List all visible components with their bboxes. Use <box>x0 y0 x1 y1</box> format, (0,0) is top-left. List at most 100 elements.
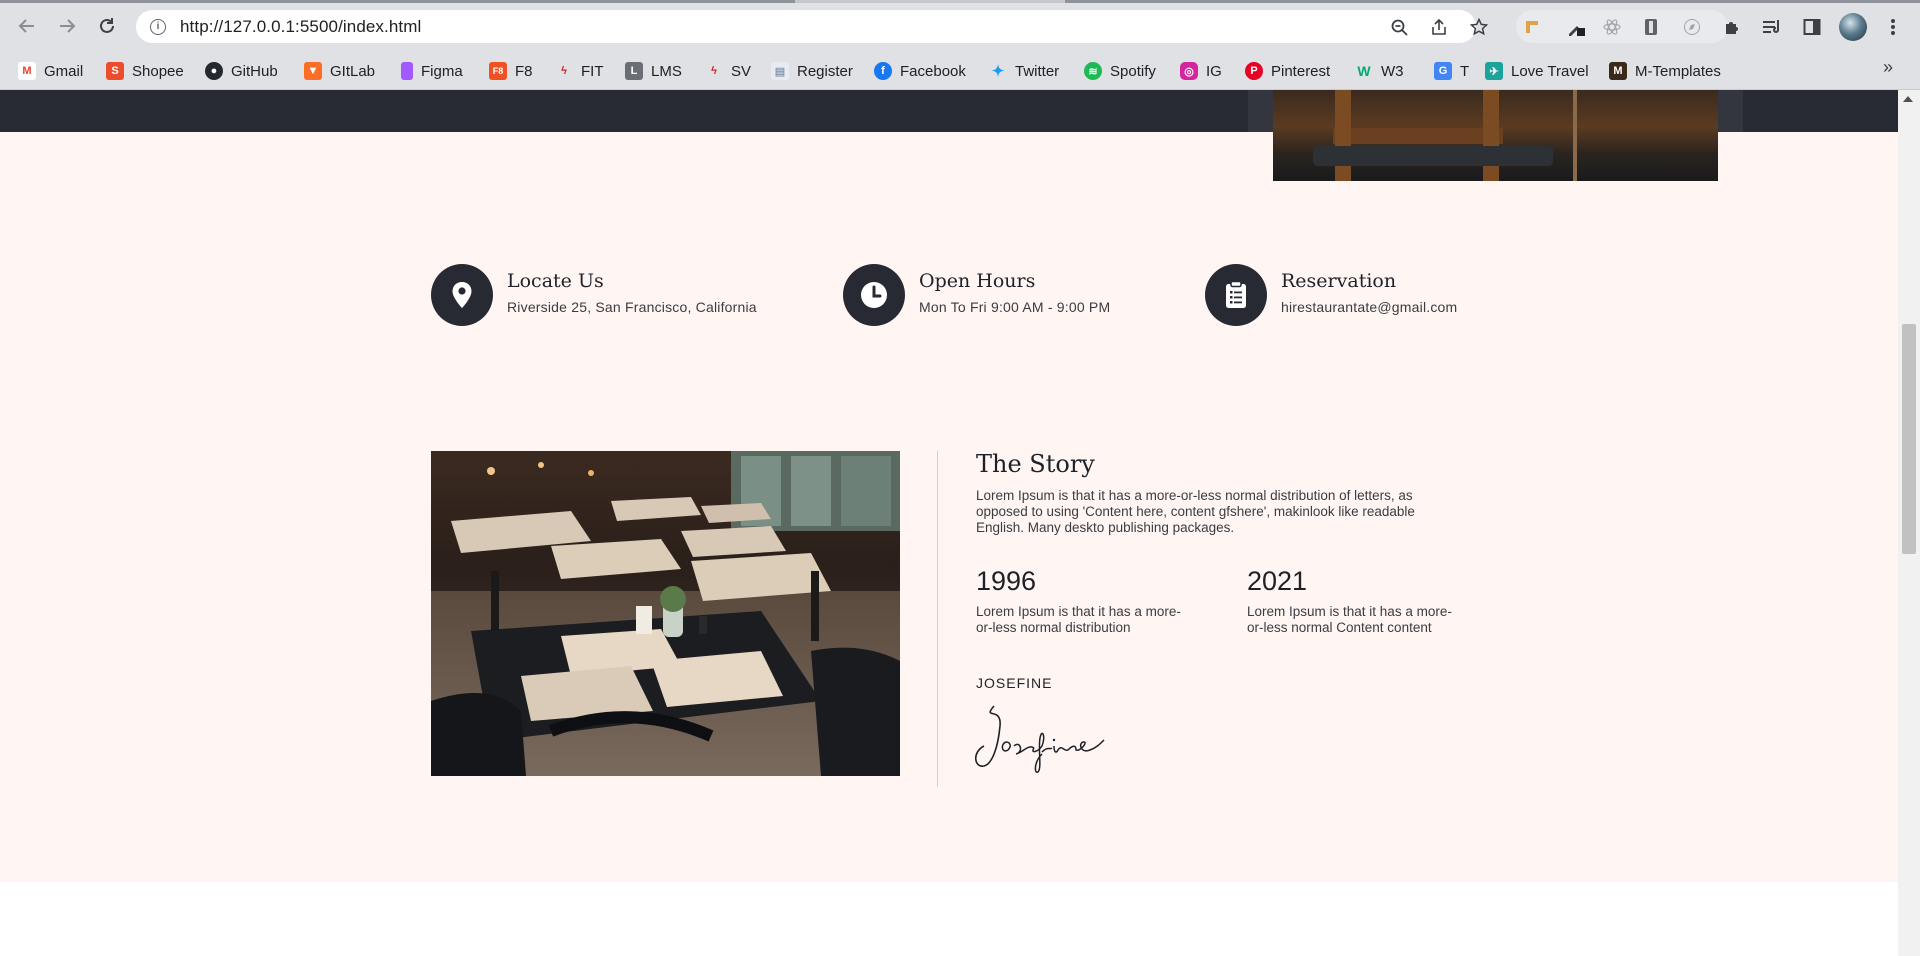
page-viewport: Locate Us Riverside 25, San Francisco, C… <box>0 90 1898 956</box>
milestone-year: 2021 <box>1247 566 1308 596</box>
bookmark-w3[interactable]: W W3 <box>1355 61 1404 81</box>
info-locate-title: Locate Us <box>507 270 604 292</box>
story-description: Lorem Ipsum is that it has a more-or-les… <box>976 488 1415 535</box>
bookmark-pinterest[interactable]: P Pinterest <box>1245 61 1330 81</box>
info-hours-title: Open Hours <box>919 270 1036 292</box>
bookmark-lms[interactable]: L LMS <box>625 61 682 81</box>
bookmark-label: FIT <box>581 62 604 80</box>
bookmark-label: F8 <box>515 62 533 80</box>
signature-image <box>972 702 1107 779</box>
m-templates-icon: M <box>1609 62 1627 80</box>
gmail-icon: M <box>18 62 36 80</box>
tab-active-edge[interactable] <box>0 0 795 3</box>
address-bar[interactable]: i http://127.0.0.1:5500/index.html <box>136 10 1488 43</box>
scroll-up-arrow-icon[interactable] <box>1903 96 1913 102</box>
register-icon: ▤ <box>771 62 789 80</box>
reading-list-icon[interactable] <box>1761 16 1783 38</box>
zoom-icon[interactable] <box>1390 18 1408 36</box>
bookmark-shopee[interactable]: S Shopee <box>106 61 184 81</box>
info-reservation-email[interactable]: hirestaurantate@gmail.com <box>1281 299 1457 315</box>
bookmark-label: Gmail <box>44 62 84 80</box>
about-section <box>0 132 1898 882</box>
clock-icon <box>843 264 905 326</box>
bookmark-fit[interactable]: ϟ FIT <box>555 61 604 81</box>
ruler-extension-icon[interactable] <box>1521 16 1543 38</box>
bookmark-label: Spotify <box>1110 62 1156 80</box>
bookmark-spotify[interactable]: ≋ Spotify <box>1084 61 1156 81</box>
scrollbar-thumb[interactable] <box>1902 324 1916 554</box>
photo-chair-seat <box>1333 128 1503 144</box>
gitlab-icon: ▼ <box>304 62 322 80</box>
bookmark-label: SV <box>731 62 752 80</box>
info-reservation-title: Reservation <box>1281 270 1397 292</box>
bookmark-label: W3 <box>1381 62 1404 80</box>
bookmark-m-templates[interactable]: M M-Templates <box>1609 61 1721 81</box>
bookmark-facebook[interactable]: f Facebook <box>874 61 966 81</box>
bookmark-love-travel[interactable]: ✈ Love Travel <box>1485 61 1589 81</box>
page-scrollbar[interactable] <box>1898 90 1920 956</box>
tab-edge[interactable] <box>1065 0 1920 3</box>
site-info-icon[interactable]: i <box>150 18 166 35</box>
tab-strip <box>0 0 1920 3</box>
bookmark-label: Twitter <box>1015 62 1060 80</box>
compass-extension-icon[interactable] <box>1681 16 1703 38</box>
signer-name: JOSEFINE <box>976 675 1053 691</box>
panel-extension-icon[interactable] <box>1640 16 1662 38</box>
spotify-icon: ≋ <box>1084 62 1102 80</box>
more-bookmarks-button[interactable]: » <box>1883 57 1893 78</box>
profile-avatar[interactable] <box>1839 13 1867 41</box>
bookmark-twitter[interactable]: ✦ Twitter <box>989 61 1059 81</box>
side-panel-icon[interactable] <box>1801 16 1823 38</box>
info-locate-address: Riverside 25, San Francisco, California <box>507 299 757 315</box>
bookmark-ig[interactable]: ◎ IG <box>1180 61 1222 81</box>
bookmark-label: Facebook <box>900 62 966 80</box>
shopee-icon: S <box>106 62 124 80</box>
bookmark-gmail[interactable]: M Gmail <box>18 61 83 81</box>
bookmark-gitlab[interactable]: ▼ GItLab <box>304 61 375 81</box>
milestone-text: Lorem Ipsum is that it has a more-or-les… <box>976 604 1181 635</box>
info-locate: Locate Us Riverside 25, San Francisco, C… <box>431 264 757 326</box>
hero-chair-photo <box>1273 90 1718 181</box>
w3schools-icon: W <box>1357 63 1371 79</box>
bookmark-translate[interactable]: GT <box>1434 61 1469 81</box>
react-devtools-icon[interactable] <box>1601 16 1623 38</box>
info-reservation: Reservation hirestaurantate@gmail.com <box>1205 264 1457 326</box>
extensions-puzzle-icon[interactable] <box>1721 16 1743 38</box>
bookmark-sv[interactable]: ϟ SV <box>705 61 751 81</box>
forward-arrow-icon[interactable] <box>52 11 82 41</box>
reload-icon[interactable] <box>92 11 122 41</box>
bookmark-label: Register <box>797 62 853 80</box>
lms-icon: L <box>625 62 643 80</box>
instagram-icon: ◎ <box>1180 62 1198 80</box>
photo-chair-leg <box>1483 90 1499 181</box>
bookmark-label: GitHub <box>231 62 278 80</box>
address-url[interactable]: http://127.0.0.1:5500/index.html <box>180 17 421 37</box>
milestone-text: Lorem Ipsum is that it has a more-or-les… <box>1247 604 1452 635</box>
bookmark-label: Figma <box>421 62 463 80</box>
bookmark-star-icon[interactable] <box>1470 18 1488 36</box>
clipboard-icon <box>1205 264 1267 326</box>
colorpick-extension-icon[interactable] <box>1565 16 1587 38</box>
bookmark-f8[interactable]: F8 F8 <box>489 61 533 81</box>
translate-icon: G <box>1434 62 1452 80</box>
bookmark-register[interactable]: ▤ Register <box>771 61 853 81</box>
bookmark-figma[interactable]: Figma <box>401 61 463 81</box>
bookmark-label: T <box>1460 62 1470 80</box>
bookmark-github[interactable]: ● GitHub <box>205 61 278 81</box>
map-pin-icon <box>431 264 493 326</box>
photo-cushion <box>1313 146 1553 166</box>
bookmarks-bar: M Gmail S Shopee ● GitHub ▼ GItLab Figma F8 F… <box>0 52 1920 90</box>
bookmark-label: LMS <box>651 62 682 80</box>
story-divider <box>937 451 938 787</box>
info-hours: Open Hours Mon To Fri 9:00 AM - 9:00 PM <box>843 264 1110 326</box>
bookmark-label: Love Travel <box>1511 62 1589 80</box>
back-arrow-icon[interactable] <box>12 11 42 41</box>
share-icon[interactable] <box>1430 18 1448 36</box>
fit-icon: ϟ <box>561 65 567 77</box>
sv-icon: ϟ <box>711 65 717 77</box>
twitter-icon: ✦ <box>991 63 1005 80</box>
chrome-menu-icon[interactable] <box>1882 16 1904 38</box>
figma-icon <box>401 62 413 80</box>
github-icon: ● <box>205 62 223 80</box>
f8-icon: F8 <box>489 62 507 80</box>
